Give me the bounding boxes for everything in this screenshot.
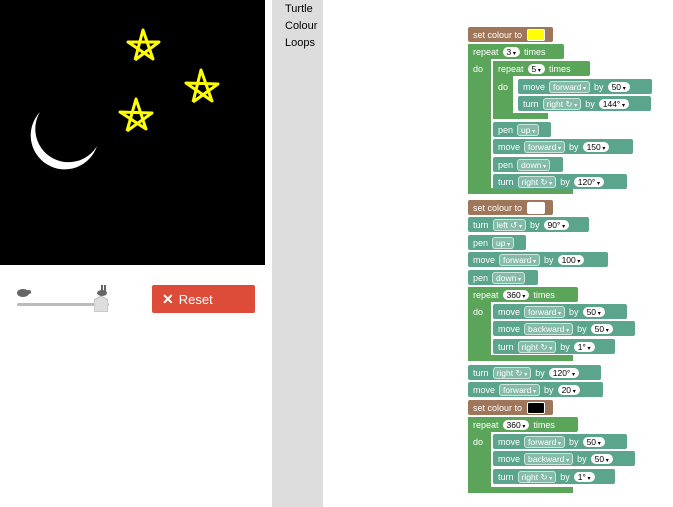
colour-swatch-yellow[interactable] [527, 28, 546, 41]
toolbox-category-loops[interactable]: Loops [272, 35, 323, 52]
turn-block[interactable]: turn right ↻ by 1° [493, 339, 615, 354]
turn-block[interactable]: turn right ↻ by 120° [468, 365, 601, 380]
move-block[interactable]: move backward by 50 [493, 321, 635, 336]
slider-thumb[interactable] [94, 296, 108, 312]
repeat-footer [468, 487, 573, 493]
pen-block[interactable]: pen up [468, 235, 526, 250]
set-colour-block[interactable]: set colour to [468, 27, 553, 42]
tortoise-icon [17, 289, 31, 297]
repeat-block[interactable]: repeat 3 times [468, 44, 564, 59]
move-block[interactable]: move forward by 50 [493, 434, 627, 449]
turtle-canvas [0, 0, 265, 265]
speed-slider[interactable] [15, 285, 110, 312]
set-colour-block[interactable]: set colour to [468, 400, 553, 415]
move-block[interactable]: move forward by 20 [468, 382, 603, 397]
do-label: do [473, 63, 484, 74]
turn-block[interactable]: turn right ↻ by 1° [493, 469, 615, 484]
move-block[interactable]: move forward by 50 [493, 304, 627, 319]
colour-swatch-white[interactable] [527, 201, 546, 214]
repeat-footer [468, 355, 573, 361]
repeat-footer [493, 113, 548, 119]
close-icon: ✕ [162, 290, 174, 307]
do-label: do [498, 81, 509, 92]
do-label: do [473, 306, 484, 317]
toolbox: Turtle Colour Loops [272, 0, 323, 507]
turn-block[interactable]: turn right ↻ by 144° [518, 96, 651, 111]
move-block[interactable]: move forward by 100 [468, 252, 608, 267]
repeat-block[interactable]: repeat 360 times [468, 417, 578, 432]
turn-block[interactable]: turn right ↻ by 120° [493, 174, 627, 189]
reset-button[interactable]: ✕ Reset [152, 285, 255, 313]
pen-block[interactable]: pen up [493, 122, 551, 137]
reset-label: Reset [178, 291, 213, 307]
colour-swatch-black[interactable] [527, 401, 546, 414]
turn-block[interactable]: turn left ↺ by 90° [468, 217, 589, 232]
pen-block[interactable]: pen down [468, 270, 538, 285]
toolbox-category-colour[interactable]: Colour [272, 18, 323, 35]
pen-block[interactable]: pen down [493, 157, 563, 172]
move-block[interactable]: move forward by 50 [518, 79, 652, 94]
do-label: do [473, 436, 484, 447]
repeat-block[interactable]: repeat 5 times [493, 61, 590, 76]
set-colour-block[interactable]: set colour to [468, 200, 553, 215]
move-block[interactable]: move backward by 50 [493, 451, 635, 466]
toolbox-category-turtle[interactable]: Turtle [272, 1, 323, 18]
move-block[interactable]: move forward by 150 [493, 139, 633, 154]
workspace[interactable]: set colour to repeat 3 times do repeat 5… [323, 0, 673, 507]
repeat-block[interactable]: repeat 360 times [468, 287, 578, 302]
